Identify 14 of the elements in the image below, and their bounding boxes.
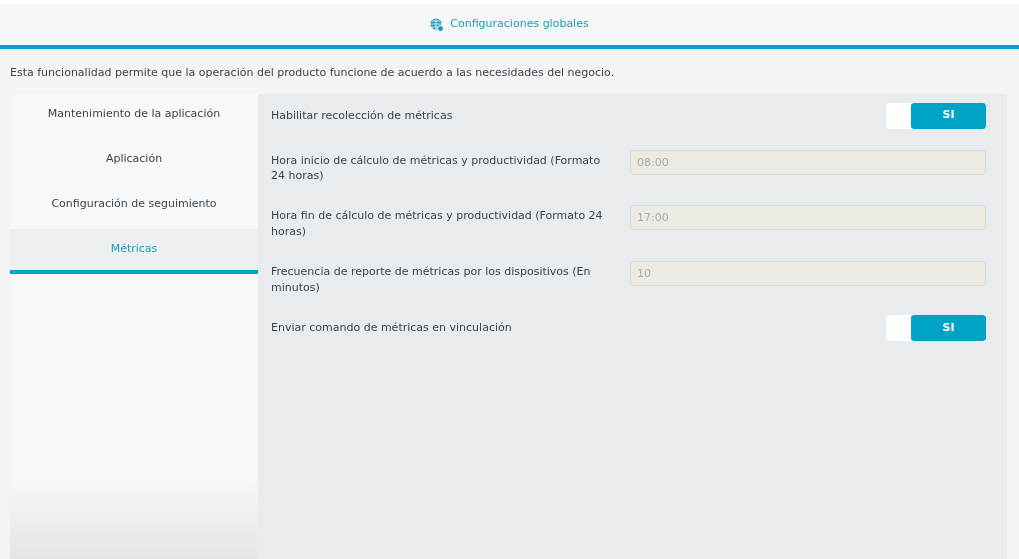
setting-label: Enviar comando de métricas en vinculación <box>271 320 513 337</box>
toggle-switch[interactable]: SI <box>886 315 986 342</box>
sidebar-item[interactable]: Métricas <box>10 228 258 274</box>
page-title: Configuraciones globales <box>450 16 589 33</box>
sidebar-item[interactable]: Aplicación <box>10 138 258 184</box>
sidebar-item[interactable]: Configuración de seguimiento <box>10 183 258 229</box>
globe-gear-icon <box>430 17 445 32</box>
description-text: Esta funcionalidad permite que la operación del producto funcione de acuerdo a las necesidades del negocio. <box>9 65 616 81</box>
setting-label: Frecuencia de reporte de métricas por los dispositivos (En minutos) <box>271 264 592 297</box>
setting-label: Hora inicio de cálculo de métricas y productividad (Formato 24 horas) <box>271 152 602 185</box>
setting-label: Habilitar recolección de métricas <box>271 107 454 124</box>
setting-label: Hora fin de cálculo de métricas y productividad (Formato 24 horas) <box>271 208 604 241</box>
toggle-switch[interactable]: SI <box>886 102 986 129</box>
sidebar-item[interactable]: Mantenimiento de la aplicación <box>10 93 258 139</box>
